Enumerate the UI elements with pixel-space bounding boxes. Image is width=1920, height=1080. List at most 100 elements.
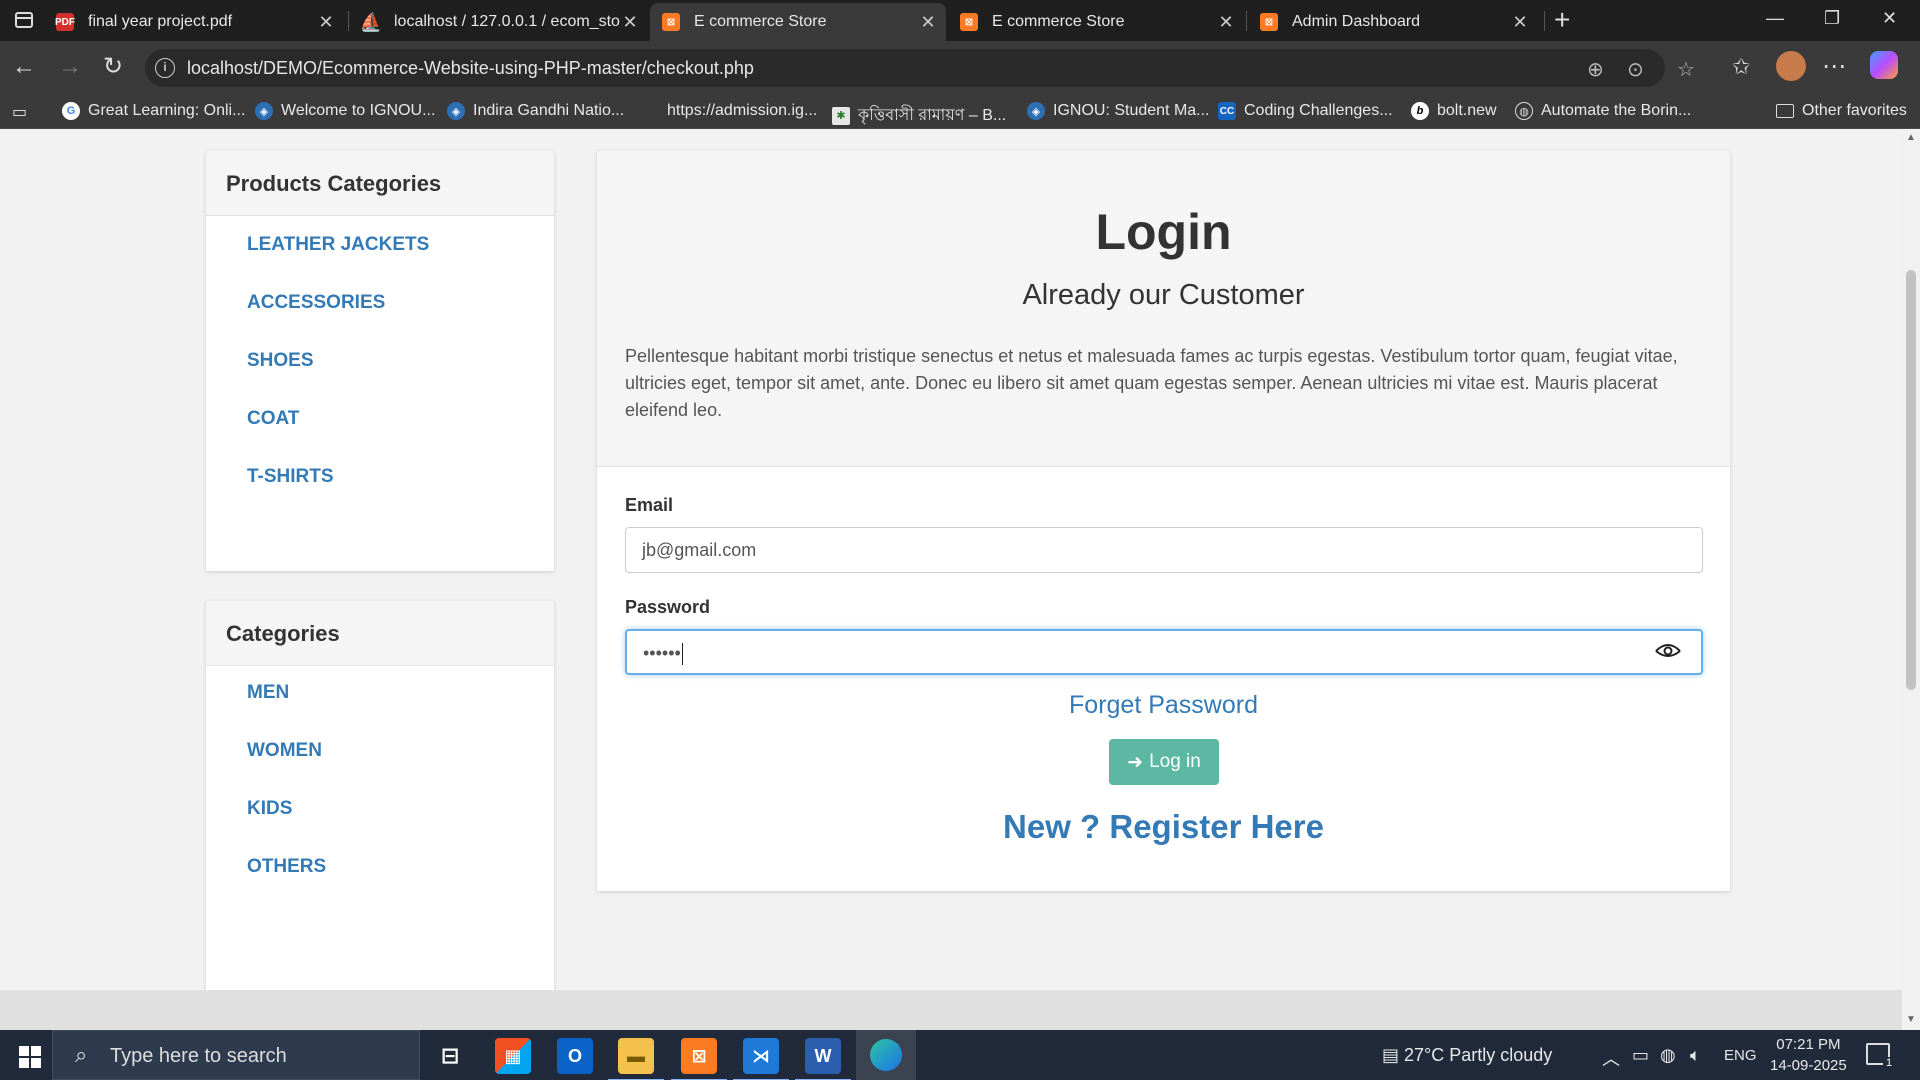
password-value: •••••• (643, 643, 681, 663)
word-icon[interactable]: W (795, 1038, 851, 1080)
bookmark-coding-challenges[interactable]: CC Coding Challenges... (1218, 102, 1393, 120)
favorite-star-icon[interactable]: ☆ (1677, 57, 1695, 82)
bookmark-bolt[interactable]: b bolt.new (1411, 102, 1497, 120)
tab-phpmyadmin[interactable]: ⛵ localhost / 127.0.0.1 / ecom_store ✕ (350, 3, 648, 41)
category-link[interactable]: LEATHER JACKETS (247, 234, 554, 292)
tab-pdf[interactable]: PDF final year project.pdf ✕ (44, 3, 344, 41)
url-text[interactable]: localhost/DEMO/Ecommerce-Website-using-P… (187, 58, 754, 79)
search-placeholder: Type here to search (110, 1045, 287, 1067)
bookmark-label: Indira Gandhi Natio... (473, 102, 625, 119)
battery-icon[interactable]: ▭ (1632, 1045, 1649, 1066)
forget-password-link[interactable]: Forget Password (597, 691, 1730, 720)
footer (0, 990, 1902, 1030)
tray-overflow-icon[interactable]: ︿ (1602, 1045, 1620, 1071)
scrollbar-thumb[interactable] (1906, 270, 1916, 690)
notification-count: 1 (1883, 1057, 1895, 1069)
close-icon[interactable]: ✕ (1510, 12, 1530, 33)
language-indicator[interactable]: ENG (1724, 1047, 1757, 1064)
email-field[interactable]: jb@gmail.com (625, 527, 1703, 573)
task-view-icon[interactable]: ⊟ (432, 1038, 468, 1074)
close-icon[interactable]: ✕ (1216, 12, 1236, 33)
tab-title: E commerce Store (992, 13, 1125, 30)
category-link[interactable]: MEN (247, 682, 554, 740)
bookmark-label: Automate the Borin... (1541, 102, 1692, 119)
bookmark-label: কৃত্তিবাসী রামায়ণ – B... (858, 107, 1007, 124)
restore-button[interactable]: ❐ (1824, 8, 1840, 29)
close-window-button[interactable]: ✕ (1882, 8, 1897, 29)
back-button[interactable]: ← (12, 55, 36, 79)
tab-admin-dashboard[interactable]: ⊠ Admin Dashboard ✕ (1248, 3, 1538, 41)
file-explorer-icon[interactable]: ▬ (608, 1038, 664, 1080)
taskbar-search[interactable]: ⌕ Type here to search (52, 1030, 420, 1080)
tab-ecommerce-active[interactable]: ⊠ E commerce Store ✕ (650, 3, 946, 41)
pdf-icon: PDF (55, 13, 75, 31)
xampp-icon[interactable]: ⊠ (671, 1038, 727, 1080)
tab-title: Admin Dashboard (1292, 13, 1421, 30)
windows-start-icon[interactable] (19, 1046, 41, 1068)
show-password-icon[interactable] (1655, 643, 1681, 659)
bookmark-label: Welcome to IGNOU... (281, 102, 436, 119)
register-link[interactable]: New ? Register Here (597, 808, 1730, 846)
address-bar[interactable]: i localhost/DEMO/Ecommerce-Website-using… (145, 49, 1695, 87)
settings-more-icon[interactable]: ⋯ (1822, 55, 1846, 79)
category-link[interactable]: T-SHIRTS (247, 466, 554, 524)
copilot-icon[interactable] (1870, 51, 1898, 79)
clock-time: 07:21 PM (1776, 1036, 1841, 1053)
close-icon[interactable]: ✕ (316, 12, 336, 33)
phpmyadmin-icon: ⛵ (359, 11, 383, 32)
volume-icon[interactable]: 🔈︎ (1690, 1045, 1701, 1066)
panel-title: Products Categories (206, 151, 554, 216)
category-link[interactable]: KIDS (247, 798, 554, 856)
tab-actions-icon[interactable] (12, 9, 36, 31)
xampp-icon: ⊠ (1260, 13, 1278, 31)
bookmark-ignou-student[interactable]: ◈ IGNOU: Student Ma... (1027, 102, 1210, 120)
panel-title: Categories (206, 601, 554, 666)
forward-button[interactable]: → (58, 55, 82, 79)
edge-icon[interactable] (856, 1030, 916, 1080)
store-icon[interactable]: ▦ (495, 1038, 531, 1074)
zoom-icon[interactable]: ⊕ (1587, 57, 1604, 82)
scroll-down-icon[interactable]: ▼ (1906, 1014, 1916, 1025)
bookmark-krittibasi[interactable]: ✱ কৃত্তিবাসী রামায়ণ – B... (832, 102, 1006, 129)
address-toolbar: ← → ↻ i localhost/DEMO/Ecommerce-Website… (0, 41, 1920, 95)
category-link[interactable]: COAT (247, 408, 554, 466)
category-link[interactable]: ACCESSORIES (247, 292, 554, 350)
tab-ecommerce[interactable]: ⊠ E commerce Store ✕ (948, 3, 1244, 41)
clock-date: 14-09-2025 (1770, 1057, 1847, 1074)
outlook-icon[interactable]: O (557, 1038, 593, 1074)
clock[interactable]: 07:21 PM 14-09-2025 (1770, 1034, 1847, 1076)
bookmark-admission[interactable]: https://admission.ig... (667, 102, 817, 120)
more-tools-icon[interactable]: ⊙ (1627, 57, 1644, 82)
bookmark-ignou-welcome[interactable]: ◈ Welcome to IGNOU... (255, 102, 435, 120)
avatar[interactable] (1776, 51, 1806, 81)
bookmark-label: Other favorites (1802, 102, 1907, 119)
password-field[interactable]: •••••• (625, 629, 1703, 675)
category-link[interactable]: WOMEN (247, 740, 554, 798)
email-value: jb@gmail.com (642, 540, 757, 560)
bookmark-automate[interactable]: ◍ Automate the Borin... (1515, 102, 1691, 120)
favorites-icon[interactable]: ✩ (1732, 55, 1750, 79)
network-icon[interactable]: ◍ (1660, 1045, 1676, 1066)
bookmark-label: https://admission.ig... (667, 102, 818, 119)
vscode-icon[interactable]: ⋊ (733, 1038, 789, 1080)
close-icon[interactable]: ✕ (918, 12, 938, 33)
page-scrollbar[interactable]: ▲ ▼ (1902, 130, 1920, 1030)
page-icon: ✱ (832, 106, 850, 125)
category-link[interactable]: OTHERS (247, 856, 554, 914)
weather-widget[interactable]: ▤ 27°C Partly cloudy (1382, 1045, 1552, 1066)
bookmark-indira-gandhi[interactable]: ◈ Indira Gandhi Natio... (447, 102, 624, 120)
minimize-button[interactable]: — (1766, 8, 1784, 29)
reload-button[interactable]: ↻ (103, 55, 123, 79)
other-favorites[interactable]: Other favorites (1776, 102, 1907, 120)
category-link[interactable]: SHOES (247, 350, 554, 408)
scroll-up-icon[interactable]: ▲ (1906, 132, 1916, 143)
page-title: Login (1095, 204, 1232, 260)
bookmark-great-learning[interactable]: G Great Learning: Onli... (62, 102, 245, 120)
bookmark-label: Great Learning: Onli... (88, 102, 246, 119)
site-info-icon[interactable]: i (155, 58, 175, 78)
browser-tab-bar: PDF final year project.pdf ✕ ⛵ localhost… (0, 0, 1920, 41)
new-tab-button[interactable]: + (1554, 6, 1570, 34)
close-icon[interactable]: ✕ (620, 12, 640, 33)
login-button[interactable]: ➜ Log in (1109, 739, 1219, 785)
reading-list-icon[interactable]: ▭ (12, 102, 27, 122)
